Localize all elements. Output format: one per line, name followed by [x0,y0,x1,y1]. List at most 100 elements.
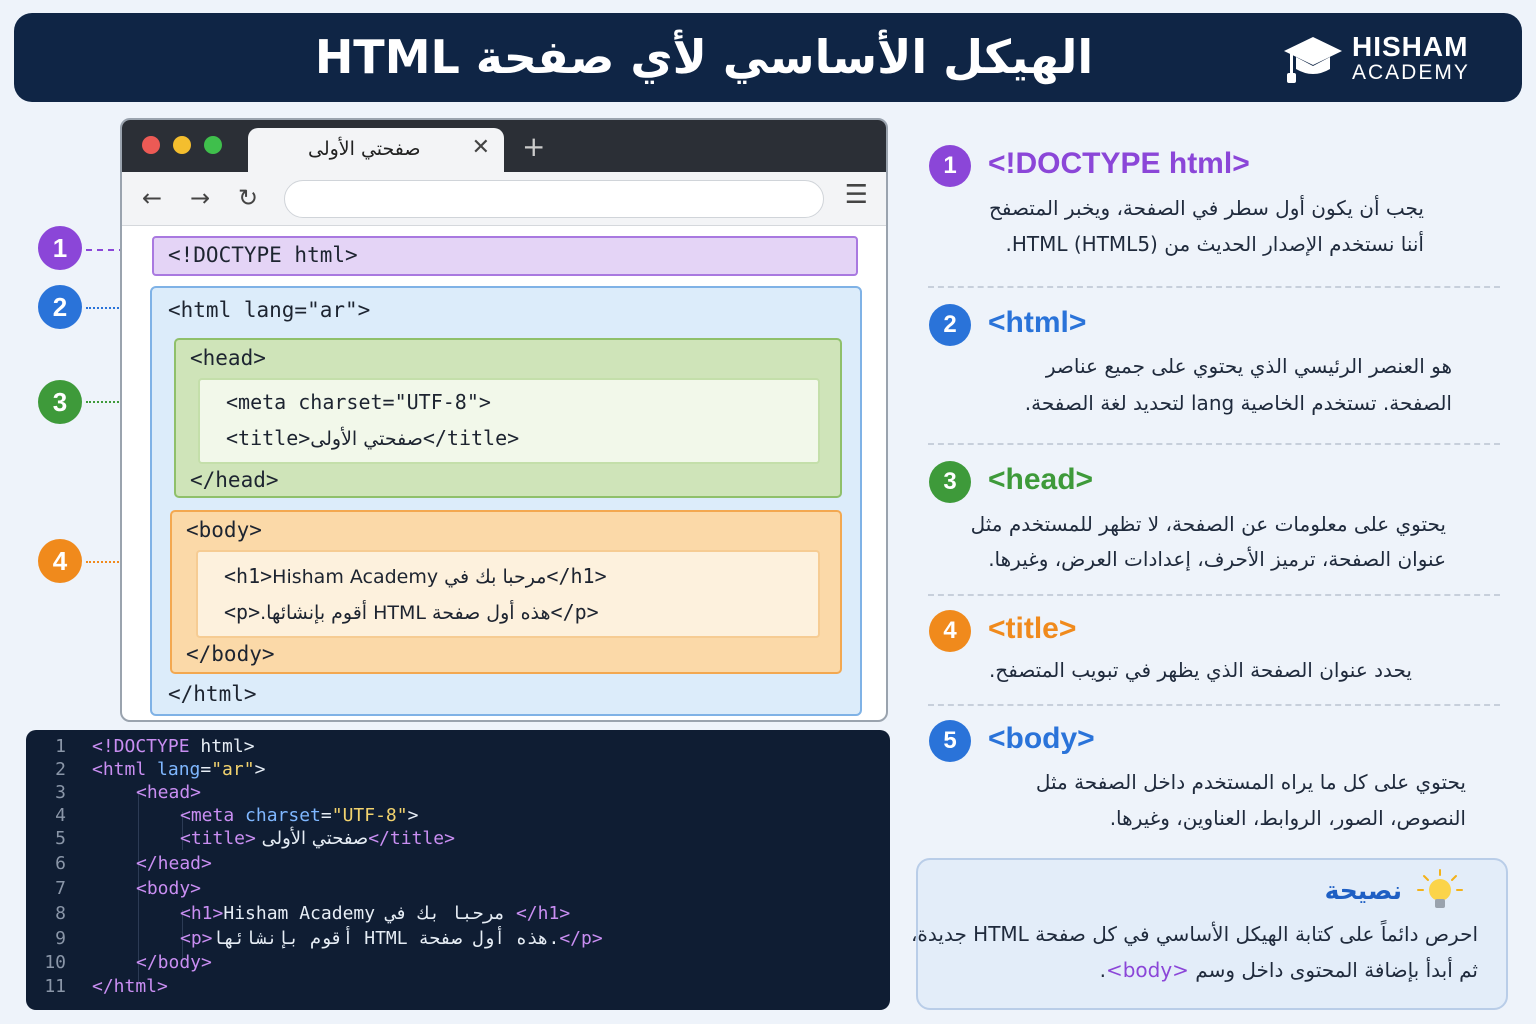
maximize-window-dot[interactable] [204,136,222,154]
badge-1: 1 [38,226,82,270]
code-token: = [200,759,212,780]
item-desc-2a: هو العنصر الرئيسي الذي يحتوي على جميع عن… [1045,354,1452,378]
item-number-5: 5 [929,720,971,762]
address-bar[interactable] [284,180,824,218]
body-box: <body> <h1>مرحبا بك في Hisham Academy</h… [170,510,842,674]
editor-line-10: </body> [136,952,212,973]
tip-text: ثم أبدأ بإضافة المحتوى داخل وسم [1188,958,1478,982]
item-title-1: <!DOCTYPE html> [988,147,1250,180]
p-text: هذه أول صفحة HTML أقوم بإنشائها. [260,602,551,624]
line-number: 6 [55,853,66,874]
title-line: <title>صفحتي الأولى</title> [226,426,519,450]
divider [928,286,1500,288]
menu-icon[interactable]: ☰ [845,180,868,210]
meta-code: <meta charset="UTF-8"> [226,390,491,414]
code-token: <p> [180,928,213,949]
code-token: مرحبا بك في Hisham Academy [223,903,516,924]
logo: HISHAM ACADEMY [1282,29,1492,89]
h1-open-code: <h1> [224,564,273,588]
line-number: 4 [55,805,66,826]
browser-toolbar: ← → ↻ ☰ [122,172,886,226]
body-inner-box: <h1>مرحبا بك في Hisham Academy</h1> <p>ه… [196,550,820,638]
code-token: > [407,805,419,826]
item-number-1: 1 [929,145,971,187]
header-banner: الهيكل الأساسي لأي صفحة HTML HISHAM ACAD… [14,13,1522,102]
line-number: 10 [44,952,66,973]
item-desc-1b: أننا نستخدم الإصدار الحديث من HTML (HTML… [1005,232,1425,256]
h1-text: مرحبا بك في Hisham Academy [272,566,547,588]
doctype-box: <!DOCTYPE html> [152,236,858,276]
code-token: <html [92,759,147,780]
badge-4: 4 [38,539,82,583]
back-arrow-icon[interactable]: ← [142,184,162,212]
head-close-code: </head> [190,468,279,492]
code-token: <!DOCTYPE [92,736,190,757]
line-number: 5 [55,828,66,849]
code-token: </p> [559,928,603,949]
title-open-code: <title> [226,426,311,450]
item-desc-1a: يجب أن يكون أول سطر في الصفحة، ويخبر الم… [988,196,1424,220]
graduation-cap-icon [1284,37,1342,83]
tab-title: صفحتي الأولى [308,138,421,160]
code-token: <h1> [180,903,224,924]
tip-line-2: ثم أبدأ بإضافة المحتوى داخل وسم <body>. [1100,958,1478,982]
editor-line-7: <body> [136,878,202,899]
editor-line-6: </head> [136,853,212,874]
html-box: <html lang="ar"> <head> <meta charset="U… [150,286,862,716]
lightbulb-icon [1417,869,1463,908]
logo-subtitle: ACADEMY [1352,61,1470,84]
browser-window: صفحتي الأولى ✕ + ← → ↻ ☰ <!DOCTYPE html>… [120,118,888,722]
title-text: صفحتي الأولى [310,428,423,450]
new-tab-icon[interactable]: + [522,130,545,163]
item-title-3: <head> [988,463,1094,496]
tab-bar: صفحتي الأولى ✕ + [122,120,886,174]
p-open-code: <p> [224,600,261,624]
html-close-code: </html> [168,682,257,706]
title-close-code: </title> [422,426,520,450]
editor-line-8: <h1> مرحبا بك في Hisham Academy</h1> [180,903,570,924]
item-number-2: 2 [929,304,971,346]
divider [928,704,1500,706]
code-token: = [320,805,332,826]
line-number: 3 [55,782,66,803]
browser-tab[interactable]: صفحتي الأولى ✕ [248,128,504,174]
close-icon[interactable]: ✕ [472,135,490,160]
line-number: 1 [55,736,66,757]
close-window-dot[interactable] [142,136,160,154]
reload-icon[interactable]: ↻ [238,184,258,212]
code-token: <title> [180,828,256,849]
code-token: </h1> [515,903,571,924]
editor-line-9: <p>.هذه أول صفحة HTML أقوم بإنشائها</p> [180,928,603,949]
code-token: .هذه أول صفحة HTML أقوم بإنشائها [212,928,560,949]
body-open-code: <body> [186,518,262,542]
editor-line-4: <meta charset="UTF-8"> [180,805,418,826]
minimize-window-dot[interactable] [173,136,191,154]
forward-arrow-icon[interactable]: → [190,184,210,212]
item-desc-4a: يحدد عنوان الصفحة الذي يظهر في تبويب الم… [988,658,1412,682]
item-title-5: <body> [988,722,1095,755]
code-token: lang [146,759,201,780]
p-close-code: </p> [550,600,599,624]
code-editor: 1 2 3 4 5 6 7 8 9 10 11 <!DOCTYPE html> … [26,730,890,1010]
line-number: 11 [44,976,66,997]
logo-name: HISHAM [1352,31,1469,62]
head-box: <head> <meta charset="UTF-8"> <title>صفح… [174,338,842,498]
code-token: > [254,759,266,780]
tip-body-tag: <body> [1105,958,1189,982]
item-desc-3b: عنوان الصفحة، ترميز الأحرف، إعدادات العر… [988,547,1446,571]
divider [928,443,1500,445]
code-token: <meta [180,805,235,826]
code-token: </title> [368,828,455,849]
item-title-4: <title> [988,612,1077,645]
tip-title: نصيحة [1324,876,1402,905]
item-number-4: 4 [929,610,971,652]
h1-close-code: </h1> [546,564,607,588]
line-number: 7 [55,878,66,899]
editor-line-1: <!DOCTYPE html> [92,736,255,757]
editor-line-3: <head> [136,782,202,803]
tip-line-1: احرص دائماً على كتابة الهيكل الأساسي في … [910,922,1478,946]
editor-line-2: <html lang="ar"> [92,759,265,780]
badge-2: 2 [38,285,82,329]
badge-3: 3 [38,380,82,424]
item-desc-5a: يحتوي على كل ما يراه المستخدم داخل الصفح… [1035,770,1466,794]
